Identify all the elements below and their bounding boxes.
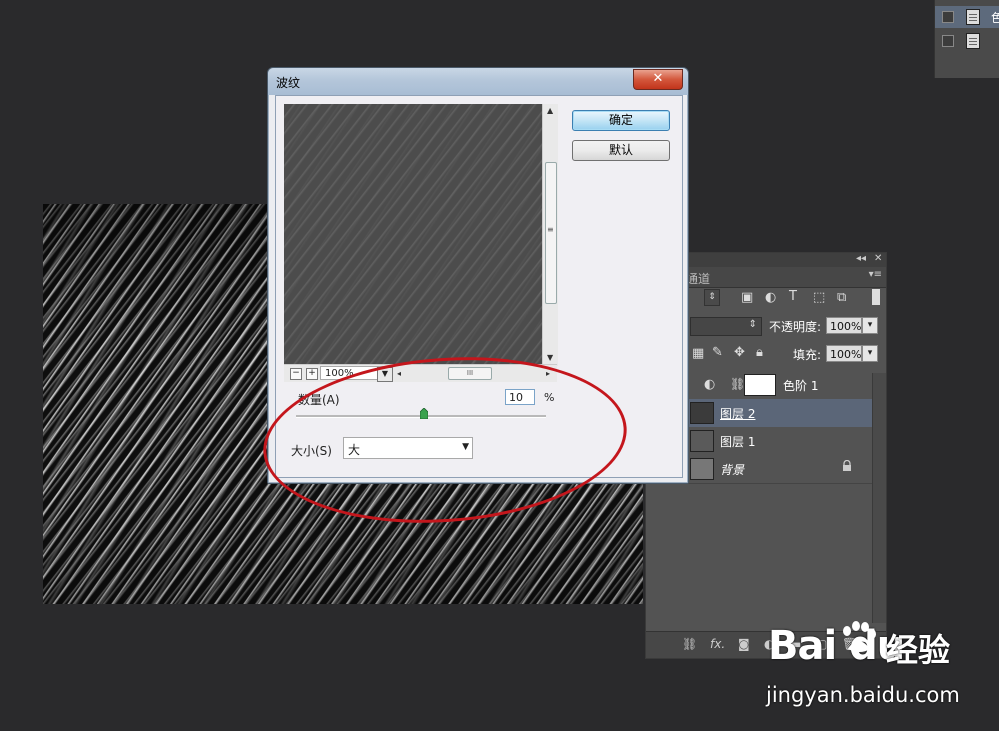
close-icon[interactable]: ✕ xyxy=(874,253,882,264)
chain-link-icon[interactable]: ⛓︎ xyxy=(730,377,745,391)
watermark-brand: 经验 xyxy=(886,631,951,669)
filter-kind-dropdown[interactable]: ⇕ xyxy=(704,289,720,306)
dialog-titlebar[interactable]: 波纹 ✕ xyxy=(268,68,688,95)
mask-icon[interactable]: ◙ xyxy=(738,637,750,651)
lock-all-icon[interactable]: 🔒︎ xyxy=(756,345,763,360)
link-icon[interactable]: ⛓︎ xyxy=(682,637,697,651)
layer-thumbnail xyxy=(690,402,714,424)
opacity-dropdown[interactable]: ▾ xyxy=(862,317,878,334)
fill-label: 填充: xyxy=(793,348,822,362)
layer-thumbnail xyxy=(690,458,714,480)
adjustment-filter-icon[interactable]: ◐ xyxy=(765,290,776,305)
layers-scrollbar[interactable] xyxy=(872,373,886,623)
ok-button[interactable]: 确定 xyxy=(572,110,670,131)
layer-name: 图层 1 xyxy=(720,435,756,449)
close-button[interactable]: ✕ xyxy=(633,69,683,90)
collapse-icon[interactable]: ◂◂ xyxy=(856,253,866,264)
default-button[interactable]: 默认 xyxy=(572,140,670,161)
filter-preview[interactable] xyxy=(284,104,542,366)
layer-name: 色阶 1 xyxy=(783,379,819,393)
shape-filter-icon[interactable]: ⬚ xyxy=(813,290,825,305)
fx-icon[interactable]: fx. xyxy=(710,637,725,651)
checkbox[interactable] xyxy=(942,11,954,23)
scrollbar-thumb[interactable]: ≡ xyxy=(545,162,557,304)
fill-field[interactable]: 100% xyxy=(826,345,862,362)
dropdown-arrow-icon: ⇕ xyxy=(748,319,757,330)
adjustment-layer-icon: ◐ xyxy=(704,377,716,392)
layer-name: 图层 2 xyxy=(720,407,756,421)
lock-icon xyxy=(843,460,851,471)
lock-position-icon[interactable]: ✥ xyxy=(734,345,745,360)
lock-image-icon[interactable]: ✎ xyxy=(712,345,723,360)
document-icon xyxy=(966,9,980,25)
image-filter-icon[interactable]: ▣ xyxy=(741,290,753,305)
zoom-in-button[interactable]: + xyxy=(306,368,318,380)
adjustments-panel-fragment: 色 xyxy=(934,0,999,78)
paw-icon xyxy=(843,621,876,652)
dialog-title: 波纹 xyxy=(276,76,301,90)
panel-row-label: 色 xyxy=(991,11,999,25)
layer-name: 背景 xyxy=(720,463,745,477)
layer-thumbnail xyxy=(690,430,714,452)
smart-object-filter-icon[interactable]: ⧉ xyxy=(837,290,846,305)
scroll-up-icon[interactable]: ▲ xyxy=(547,106,553,115)
grip-icon: ≡ xyxy=(547,225,554,234)
checkbox[interactable] xyxy=(942,35,954,47)
preview-vertical-scrollbar[interactable]: ▲ ≡ ▼ xyxy=(542,104,558,366)
layer-mask-thumbnail xyxy=(744,374,776,396)
zoom-out-button[interactable]: − xyxy=(290,368,302,380)
fill-dropdown[interactable]: ▾ xyxy=(862,345,878,362)
blend-mode-dropdown[interactable]: ⇕ xyxy=(690,317,762,336)
panel-row[interactable]: 色 xyxy=(935,6,999,28)
filter-toggle[interactable] xyxy=(872,289,880,305)
panel-menu-icon[interactable]: ▾≡ xyxy=(869,269,882,280)
panel-row[interactable] xyxy=(935,30,999,52)
type-filter-icon[interactable]: T xyxy=(789,289,797,304)
opacity-label: 不透明度: xyxy=(769,320,822,334)
watermark-logo: Bai du xyxy=(768,623,905,669)
opacity-field[interactable]: 100% xyxy=(826,317,862,334)
scroll-down-icon[interactable]: ▼ xyxy=(547,353,553,362)
lock-transparent-icon[interactable]: ▦ xyxy=(692,346,704,361)
tab-channels[interactable]: 通道 xyxy=(686,270,710,287)
watermark-url: jingyan.baidu.com xyxy=(766,683,960,707)
document-icon xyxy=(966,33,980,49)
baidu-jingyan-watermark: Bai du 经验 jingyan.baidu.com xyxy=(762,621,992,709)
